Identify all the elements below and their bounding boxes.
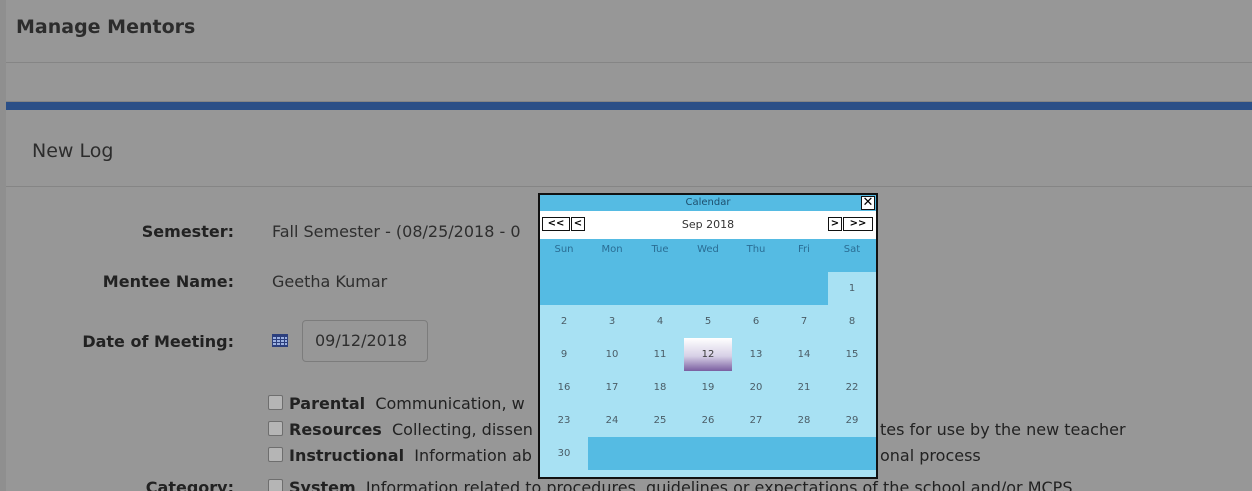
section-title: New Log [32, 140, 114, 162]
day-cell[interactable]: 29 [828, 404, 876, 437]
day-cell[interactable]: 22 [828, 371, 876, 404]
empty-day-cell [540, 272, 588, 305]
day-cell[interactable]: 20 [732, 371, 780, 404]
category-label: Category: [145, 478, 234, 491]
next-year-button[interactable]: >> [843, 217, 873, 231]
day-cell[interactable]: 14 [780, 338, 828, 371]
day-cell[interactable]: 26 [684, 404, 732, 437]
day-cell[interactable]: 7 [780, 305, 828, 338]
day-cell[interactable]: 19 [684, 371, 732, 404]
day-cell[interactable]: 15 [828, 338, 876, 371]
empty-day-cell [588, 272, 636, 305]
day-cell[interactable]: 28 [780, 404, 828, 437]
instructional-checkbox[interactable] [268, 447, 283, 462]
category-system[interactable]: System Information related to procedures… [268, 478, 1072, 491]
category-desc: Information ab [414, 446, 532, 465]
weekday-header-row: Sun Mon Tue Wed Thu Fri Sat [540, 239, 876, 272]
category-desc: Collecting, dissen [392, 420, 533, 439]
weekday-label: Wed [697, 244, 719, 255]
empty-day-cell [732, 437, 780, 470]
close-icon[interactable]: ✕ [861, 196, 875, 210]
weekday-label: Thu [746, 244, 766, 255]
weekday-label: Mon [601, 244, 623, 255]
category-desc: Information related to procedures, guide… [365, 478, 1073, 491]
calendar-week-row: 16 17 18 19 20 21 22 [540, 371, 876, 404]
calendar-week-row: 2345678 [540, 305, 876, 338]
mentee-label: Mentee Name: [102, 272, 234, 291]
empty-day-cell [636, 437, 684, 470]
day-cell[interactable]: 8 [828, 305, 876, 338]
header-bar: Manage Mentors [6, 0, 1252, 63]
category-name: System [289, 478, 356, 491]
day-cell[interactable]: 21 [780, 371, 828, 404]
empty-day-cell [828, 437, 876, 470]
day-cell[interactable]: 3 [588, 305, 636, 338]
weekday-label: Tue [651, 244, 669, 255]
semester-value: Fall Semester - (08/25/2018 - 0 [272, 222, 521, 241]
day-cell[interactable]: 13 [732, 338, 780, 371]
category-instructional-desc-tail: onal process [880, 446, 981, 465]
empty-day-cell [684, 272, 732, 305]
section-divider [6, 186, 1252, 187]
day-cell[interactable]: 24 [588, 404, 636, 437]
day-cell[interactable]: 10 [588, 338, 636, 371]
day-cell[interactable]: 16 [540, 371, 588, 404]
accent-divider [6, 102, 1252, 110]
category-name: Resources [289, 420, 382, 439]
semester-label: Semester: [141, 222, 234, 241]
calendar-week-row: 23 24 25 26 27 28 29 [540, 404, 876, 437]
category-parental[interactable]: Parental Communication, w [268, 394, 525, 416]
next-month-button[interactable]: > [828, 217, 842, 231]
category-resources-desc-tail: tes for use by the new teacher [880, 420, 1126, 439]
calendar-nav: << < Sep 2018 > >> [540, 211, 876, 239]
day-cell[interactable]: 25 [636, 404, 684, 437]
empty-day-cell [780, 272, 828, 305]
day-cell[interactable]: 23 [540, 404, 588, 437]
calendar-icon[interactable] [272, 334, 288, 347]
resources-checkbox[interactable] [268, 421, 283, 436]
day-cell[interactable]: 11 [636, 338, 684, 371]
calendar-week-row: 9 10 11 12 13 14 15 [540, 338, 876, 371]
date-label: Date of Meeting: [82, 332, 234, 351]
calendar-week-row: 30 [540, 437, 876, 470]
weekday-label: Fri [798, 244, 810, 255]
day-cell[interactable]: 1 [828, 272, 876, 305]
empty-day-cell [780, 437, 828, 470]
empty-day-cell [684, 437, 732, 470]
calendar-month-label: Sep 2018 [681, 218, 735, 231]
day-cell[interactable]: 4 [636, 305, 684, 338]
calendar-popup: Calendar ✕ << < Sep 2018 > >> Sun Mon Tue W… [538, 193, 878, 479]
day-cell[interactable]: 30 [540, 437, 588, 470]
weekday-label: Sun [554, 244, 574, 255]
empty-day-cell [636, 272, 684, 305]
page-title: Manage Mentors [16, 16, 196, 38]
system-checkbox[interactable] [268, 479, 283, 491]
day-cell[interactable]: 6 [732, 305, 780, 338]
day-cell[interactable]: 9 [540, 338, 588, 371]
calendar-title: Calendar [540, 195, 876, 211]
day-cell[interactable]: 17 [588, 371, 636, 404]
category-name: Instructional [289, 446, 405, 465]
day-cell[interactable]: 18 [636, 371, 684, 404]
empty-day-cell [732, 272, 780, 305]
empty-day-cell [588, 437, 636, 470]
date-of-meeting-input[interactable]: 09/12/2018 [302, 320, 428, 362]
day-cell[interactable]: 27 [732, 404, 780, 437]
category-resources[interactable]: Resources Collecting, dissen [268, 420, 533, 442]
mentee-value: Geetha Kumar [272, 272, 388, 291]
category-instructional[interactable]: Instructional Information ab [268, 446, 532, 468]
day-cell[interactable]: 5 [684, 305, 732, 338]
day-cell[interactable]: 2 [540, 305, 588, 338]
weekday-label: Sat [843, 244, 861, 255]
category-name: Parental [289, 394, 366, 413]
category-desc: Communication, w [375, 394, 525, 413]
selected-day-cell[interactable]: 12 [684, 338, 732, 371]
calendar-week-row: 1 [540, 272, 876, 305]
parental-checkbox[interactable] [268, 395, 283, 410]
sub-header-bar [6, 63, 1252, 102]
